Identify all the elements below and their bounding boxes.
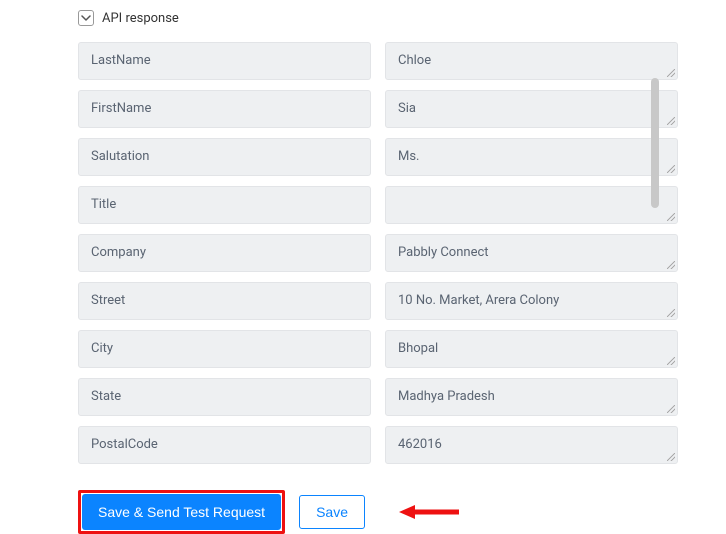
highlight-annotation: Save & Send Test Request xyxy=(78,490,285,534)
field-value-state[interactable]: Madhya Pradesh xyxy=(385,378,678,416)
field-row: State Madhya Pradesh xyxy=(78,378,678,416)
field-row: FirstName Sia xyxy=(78,90,678,128)
field-value-city[interactable]: Bhopal xyxy=(385,330,678,368)
fields-container: LastName Chloe FirstName Sia Salutation … xyxy=(78,42,678,464)
field-value-firstname[interactable]: Sia xyxy=(385,90,678,128)
save-send-test-button[interactable]: Save & Send Test Request xyxy=(82,494,281,530)
arrow-left-icon xyxy=(399,502,459,522)
field-key-city[interactable]: City xyxy=(78,330,371,368)
save-button[interactable]: Save xyxy=(299,495,365,529)
scrollbar-thumb[interactable] xyxy=(651,78,659,208)
field-key-title[interactable]: Title xyxy=(78,186,371,224)
field-key-state[interactable]: State xyxy=(78,378,371,416)
field-key-company[interactable]: Company xyxy=(78,234,371,272)
field-key-street[interactable]: Street xyxy=(78,282,371,320)
field-value-postalcode[interactable]: 462016 xyxy=(385,426,678,464)
field-row: LastName Chloe xyxy=(78,42,678,80)
field-value-salutation[interactable]: Ms. xyxy=(385,138,678,176)
collapse-toggle[interactable] xyxy=(78,10,94,26)
field-key-salutation[interactable]: Salutation xyxy=(78,138,371,176)
scrollbar-track[interactable] xyxy=(683,36,693,440)
field-key-firstname[interactable]: FirstName xyxy=(78,90,371,128)
field-value-company[interactable]: Pabbly Connect xyxy=(385,234,678,272)
field-value-street[interactable]: 10 No. Market, Arera Colony xyxy=(385,282,678,320)
button-row: Save & Send Test Request Save xyxy=(78,490,726,534)
field-row: City Bhopal xyxy=(78,330,678,368)
field-value-title[interactable] xyxy=(385,186,678,224)
field-row: Company Pabbly Connect xyxy=(78,234,678,272)
field-row: Salutation Ms. xyxy=(78,138,678,176)
section-header: API response xyxy=(78,10,726,26)
field-value-lastname[interactable]: Chloe xyxy=(385,42,678,80)
section-title: API response xyxy=(102,11,179,26)
field-key-postalcode[interactable]: PostalCode xyxy=(78,426,371,464)
field-row: Street 10 No. Market, Arera Colony xyxy=(78,282,678,320)
field-row: Title xyxy=(78,186,678,224)
chevron-down-icon xyxy=(81,13,91,23)
field-row: PostalCode 462016 xyxy=(78,426,678,464)
field-key-lastname[interactable]: LastName xyxy=(78,42,371,80)
